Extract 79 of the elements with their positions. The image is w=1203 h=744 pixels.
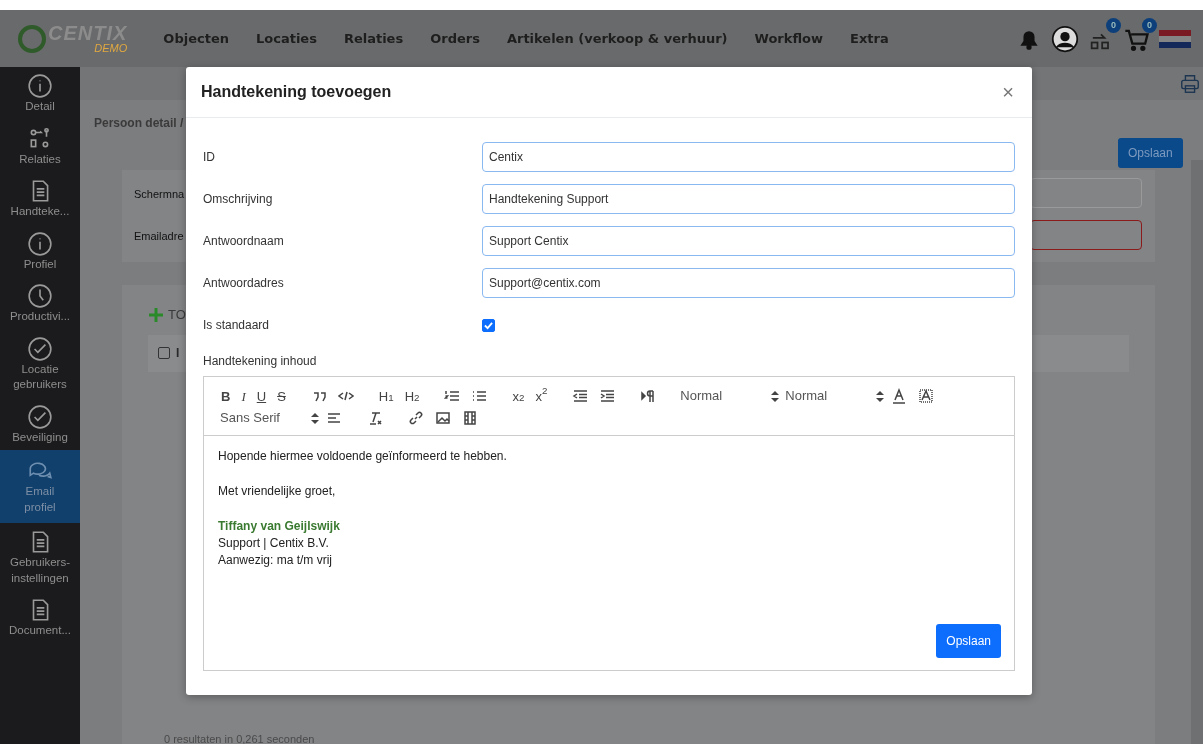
printer-icon[interactable] xyxy=(1179,72,1201,95)
count-badge: 0 xyxy=(1106,17,1121,33)
clock-icon xyxy=(27,283,53,310)
field-label: ID xyxy=(203,149,216,166)
field-label: Handtekening inhoud xyxy=(203,353,318,370)
sidebar-item[interactable]: Productivi... xyxy=(0,277,80,330)
nav-link[interactable]: Workflow xyxy=(754,28,823,49)
field-label: Emailadre xyxy=(134,229,184,244)
column-header: I xyxy=(176,345,180,362)
rich-text-editor[interactable] xyxy=(203,376,1015,671)
sidebar-item[interactable]: Gebruikers-instellingen xyxy=(0,523,80,592)
save-button[interactable]: Opslaan xyxy=(936,624,1001,658)
count-badge: 0 xyxy=(1142,17,1157,33)
input-field[interactable]: Handtekening Support xyxy=(482,184,1015,214)
nav-link[interactable]: Locaties xyxy=(255,28,317,49)
sidebar-item[interactable]: Beveiliging xyxy=(0,397,80,451)
align-left-icon[interactable] xyxy=(326,410,342,426)
sort-icon xyxy=(876,390,885,402)
sidebar-item[interactable]: Profiel xyxy=(0,224,80,278)
indent-icon[interactable] xyxy=(599,388,616,404)
sidebar-item[interactable]: Document... xyxy=(0,591,80,644)
sidebar-item[interactable]: Relaties xyxy=(0,119,80,173)
select-all-checkbox[interactable] xyxy=(158,347,170,359)
flag-icon[interactable] xyxy=(1159,29,1191,48)
sort-icon xyxy=(771,390,780,402)
highlight-icon[interactable] xyxy=(918,388,935,404)
close-button[interactable]: × xyxy=(1000,82,1016,102)
dropdown[interactable]: Normal xyxy=(678,386,784,406)
text-line: Support | Centix B.V. xyxy=(218,536,329,550)
format-button[interactable]: B xyxy=(218,389,234,403)
format-button[interactable]: I xyxy=(238,389,249,403)
sidebar-item[interactable]: Detail xyxy=(0,67,80,120)
check-icon xyxy=(27,335,53,362)
field-label: Antwoordnaam xyxy=(203,233,285,250)
save-button[interactable]: Opslaan xyxy=(1118,138,1183,168)
field-label: Is standaard xyxy=(203,317,271,334)
field-label: Antwoordadres xyxy=(203,275,285,292)
format-button[interactable]: U xyxy=(253,389,270,403)
info-icon xyxy=(27,73,53,99)
nav-link[interactable]: Artikelen (verkoop & verhuur) xyxy=(506,28,728,49)
text-line: Aanwezig: ma t/m vrij xyxy=(218,553,333,567)
sidebar-item[interactable]: Email profiel xyxy=(0,450,80,524)
image-icon[interactable] xyxy=(435,410,451,426)
check-icon xyxy=(27,403,53,430)
user-icon[interactable] xyxy=(1051,24,1079,53)
input-field[interactable]: Support@centix.com xyxy=(482,268,1015,298)
nav-link[interactable]: Objecten xyxy=(163,28,229,49)
dropdown[interactable]: Sans Serif xyxy=(218,408,323,428)
nav-link[interactable]: Extra xyxy=(850,28,889,49)
numbered-list-icon[interactable] xyxy=(444,388,461,404)
field-label: Omschrijving xyxy=(203,191,274,208)
paragraph-direction-icon[interactable] xyxy=(640,388,657,404)
dialog-title: Handtekening toevoegen xyxy=(201,82,392,102)
nav-link[interactable]: Orders xyxy=(430,28,480,49)
logo-icon xyxy=(18,24,46,53)
film-icon[interactable] xyxy=(462,410,478,426)
input-field[interactable]: Support Centix xyxy=(482,226,1015,256)
sidebar-item[interactable]: Handteke... xyxy=(0,172,80,225)
field-label: Schermna xyxy=(134,187,185,202)
checkbox[interactable] xyxy=(482,318,495,332)
link-icon[interactable] xyxy=(408,410,424,426)
info-icon xyxy=(27,230,53,257)
bullet-list-icon[interactable] xyxy=(471,388,488,404)
signature-name: Tiffany van Geijlswijk xyxy=(218,519,340,533)
text-line: Hopende hiermee voldoende geïnformeerd te hebben. xyxy=(218,449,507,463)
format-button[interactable]: x$^{2}$ xyxy=(532,389,551,403)
sidebar-item[interactable]: Locatie gebruikers xyxy=(0,329,80,398)
text-color-icon[interactable] xyxy=(891,388,908,404)
logo-tagline: DEMO xyxy=(94,43,128,54)
dropdown[interactable]: Normal xyxy=(783,386,889,406)
text-line: Met vriendelijke groet, xyxy=(218,484,336,498)
sort-icon xyxy=(311,412,319,424)
clear-format-icon[interactable] xyxy=(367,410,383,426)
outdent-icon[interactable] xyxy=(572,388,589,404)
nav-link[interactable]: Relaties xyxy=(343,28,404,49)
toolbar-label: TO xyxy=(168,306,186,324)
format-button[interactable]: S xyxy=(274,389,289,403)
input-field[interactable]: Centix xyxy=(482,142,1015,172)
breadcrumb: Persoon detail / xyxy=(93,115,185,132)
